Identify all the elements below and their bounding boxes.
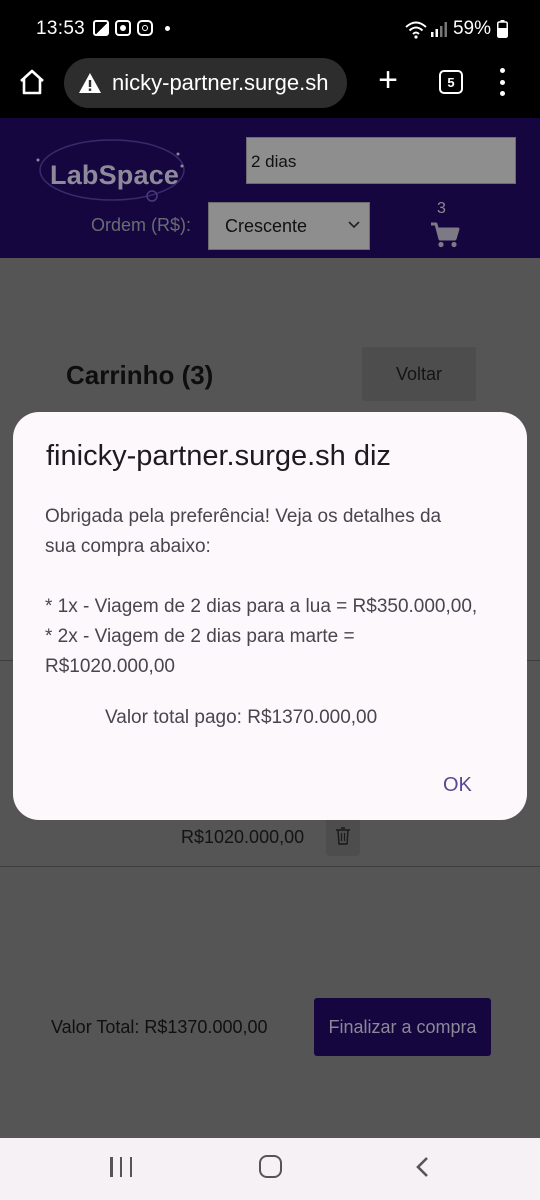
warning-icon: [79, 73, 101, 93]
instagram-icon: [137, 20, 153, 36]
signal-icon: [430, 21, 447, 37]
dialog-line: Obrigada pela preferência! Veja os detal…: [45, 506, 442, 527]
app-notification-icon: [115, 20, 131, 36]
menu-dot-icon: [499, 79, 505, 85]
new-tab-button[interactable]: +: [374, 63, 402, 97]
dialog-line: * 2x - Viagem de 2 dias para marte =: [45, 626, 355, 647]
site-header: LabSpace 2 dias Ordem (R$): Crescente 3: [0, 118, 540, 258]
remove-item-button[interactable]: [326, 816, 360, 856]
recents-icon: [110, 1157, 113, 1177]
dialog-title: finicky-partner.surge.sh diz: [46, 440, 391, 472]
gallery-icon: [93, 20, 109, 36]
back-button[interactable]: Voltar: [362, 347, 476, 401]
url-text: nicky-partner.surge.sh: [112, 70, 329, 95]
system-nav-bar: [0, 1138, 540, 1200]
dialog-message: Obrigada pela preferência! Veja os detal…: [45, 502, 505, 728]
menu-dot-icon: [499, 91, 505, 96]
recents-icon: [119, 1157, 123, 1177]
alert-dialog: finicky-partner.surge.sh diz Obrigada pe…: [13, 412, 527, 820]
search-input[interactable]: 2 dias: [246, 137, 516, 184]
trash-icon: [336, 827, 350, 845]
dialog-line: R$1020.000,00: [45, 656, 175, 677]
home-nav-button[interactable]: [259, 1155, 282, 1178]
notification-icons: [93, 20, 170, 36]
system-icons: 59%: [405, 18, 508, 40]
more-notifications-icon: [165, 25, 170, 31]
cart-title: Carrinho (3): [66, 360, 214, 390]
labspace-logo[interactable]: LabSpace: [30, 130, 190, 210]
order-select-value: Crescente: [225, 216, 308, 236]
browser-home-button[interactable]: [16, 66, 48, 98]
back-nav-icon[interactable]: [414, 1156, 432, 1178]
status-bar: 13:53 59%: [0, 0, 540, 58]
browser-menu-button[interactable]: [498, 68, 506, 96]
order-select[interactable]: Crescente: [208, 202, 370, 250]
recents-button[interactable]: [110, 1157, 132, 1177]
cart-icon[interactable]: [430, 222, 460, 248]
ok-button[interactable]: OK: [443, 774, 472, 797]
home-icon: [20, 69, 44, 95]
battery-icon: [497, 20, 508, 38]
status-time: 13:53: [36, 18, 86, 39]
dialog-line: * 1x - Viagem de 2 dias para a lua = R$3…: [45, 596, 478, 617]
chevron-down-icon: [348, 221, 360, 229]
tab-switcher-button[interactable]: 5: [439, 70, 463, 94]
finish-purchase-button[interactable]: Finalizar a compra: [314, 998, 491, 1056]
menu-dot-icon: [499, 68, 505, 73]
cart-total: Valor Total: R$1370.000,00: [51, 1017, 268, 1037]
logo-text: LabSpace: [50, 160, 180, 190]
divider: [0, 866, 540, 867]
dialog-total: Valor total pago: R$1370.000,00: [105, 707, 378, 728]
dialog-line: sua compra abaixo:: [45, 536, 211, 557]
address-bar[interactable]: nicky-partner.surge.sh: [64, 58, 347, 108]
wifi-icon: [405, 21, 427, 39]
order-label: Ordem (R$):: [91, 215, 192, 235]
cart-count-badge: 3: [437, 200, 446, 217]
item-price: R$1020.000,00: [181, 827, 305, 847]
battery-percent: 59%: [452, 18, 491, 39]
screen: 13:53 59% nicky-partner.surge.sh + 5 Lab…: [0, 0, 540, 1200]
browser-toolbar: nicky-partner.surge.sh + 5: [0, 58, 540, 118]
recents-icon: [129, 1157, 132, 1177]
